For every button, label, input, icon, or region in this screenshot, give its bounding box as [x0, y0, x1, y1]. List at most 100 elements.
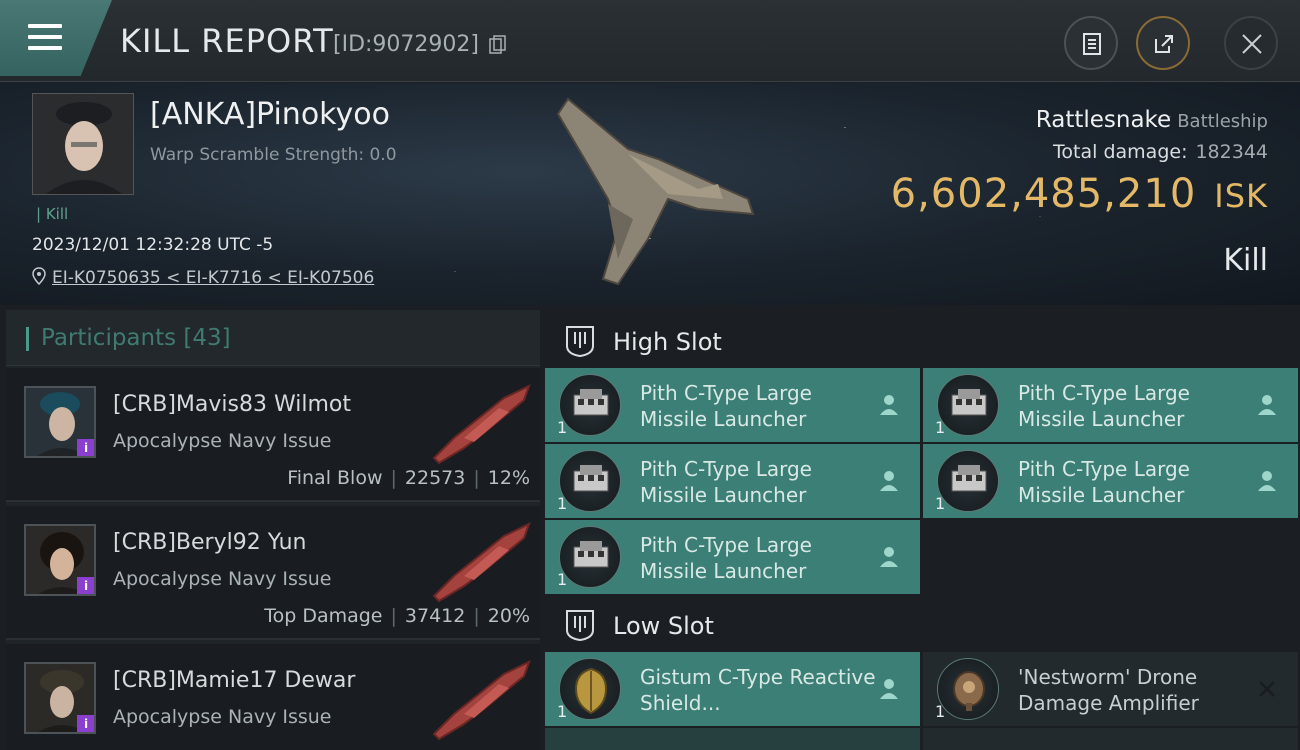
missile-launcher-icon — [937, 374, 999, 436]
low-slot-label: Low Slot — [613, 612, 714, 640]
module-item[interactable]: 1 Pith C-Type Large Missile Launcher — [545, 368, 920, 442]
missile-launcher-icon — [559, 526, 621, 588]
missile-launcher-icon — [559, 450, 621, 512]
module-name: Pith C-Type Large Missile Launcher — [640, 381, 812, 431]
export-icon — [1155, 35, 1173, 53]
high-slot-icon — [566, 326, 594, 358]
victim-name[interactable]: [ANKA]Pinokyoo — [150, 97, 390, 132]
kill-result: Kill — [1223, 243, 1268, 278]
participant-percent: 12% — [487, 467, 530, 489]
total-damage-label: Total damage: — [1053, 141, 1188, 163]
close-icon — [1242, 34, 1262, 54]
module-quantity: 1 — [935, 418, 946, 437]
participant-ship: Apocalypse Navy Issue — [113, 568, 332, 590]
total-damage: Total damage: 182344 — [1053, 141, 1268, 163]
pilot-icon — [1258, 471, 1276, 491]
participant-row[interactable]: i [CRB]Mavis83 Wilmot Apocalypse Navy Is… — [6, 368, 540, 502]
missile-launcher-icon — [559, 374, 621, 436]
module-quantity: 1 — [557, 702, 568, 721]
pilot-icon — [1258, 395, 1276, 415]
participants-title: Participants [43] — [41, 325, 231, 351]
total-damage-value: 182344 — [1195, 141, 1268, 163]
module-quantity: 1 — [557, 570, 568, 589]
participant-info-badge[interactable]: i — [77, 577, 94, 594]
module-item[interactable]: 1 Pith C-Type Large Missile Launcher — [923, 368, 1298, 442]
ship-name: Rattlesnake — [1035, 107, 1172, 133]
participant-row[interactable]: i [CRB]Beryl92 Yun Apocalypse Navy Issue… — [6, 506, 540, 640]
ship-class: Battleship — [1177, 111, 1268, 132]
clipboard-button[interactable] — [1064, 16, 1118, 70]
fitting-panel: High Slot 1 Pith C-Type Large Missile La… — [545, 310, 1300, 750]
report-id: [ID:9072902] — [333, 32, 479, 57]
low-slot-icon — [566, 610, 594, 642]
missile-launcher-icon — [937, 450, 999, 512]
module-name: Pith C-Type Large Missile Launcher — [1018, 457, 1190, 507]
module-quantity: 1 — [935, 702, 946, 721]
module-item[interactable]: 1 'Nestworm' Drone Damage Amplifier — [923, 652, 1298, 726]
low-slot-header: Low Slot — [545, 596, 1300, 654]
participant-row[interactable]: i [CRB]Mamie17 Dewar Apocalypse Navy Iss… — [6, 644, 540, 750]
pilot-icon — [880, 547, 898, 567]
participant-tag: Final Blow — [287, 467, 383, 489]
victim-ship[interactable]: Rattlesnake Battleship — [1036, 107, 1268, 133]
module-name: Pith C-Type Large Missile Launcher — [640, 457, 812, 507]
copy-icon[interactable] — [489, 35, 507, 55]
location-link[interactable]: EI-K0750635 < EI-K7716 < EI-K07506 — [52, 268, 374, 288]
participant-stats: Final Blow | 22573 | 12% — [287, 467, 530, 489]
module-name: Gistum C-Type Reactive Shield... — [640, 665, 876, 715]
participant-info-badge[interactable]: i — [77, 439, 94, 456]
export-button[interactable] — [1136, 16, 1190, 70]
participant-ship-icon — [432, 522, 531, 603]
shield-module-icon — [559, 658, 621, 720]
high-slot-label: High Slot — [613, 328, 722, 356]
pilot-icon — [880, 679, 898, 699]
participant-ship: Apocalypse Navy Issue — [113, 706, 332, 728]
participant-ship: Apocalypse Navy Issue — [113, 430, 332, 452]
warp-scramble-strength: Warp Scramble Strength: 0.0 — [150, 145, 397, 165]
clipboard-icon — [1083, 33, 1101, 55]
module-item[interactable]: 1 Pith C-Type Large Missile Launcher — [923, 444, 1298, 518]
module-quantity: 1 — [935, 494, 946, 513]
participant-name[interactable]: [CRB]Mavis83 Wilmot — [113, 392, 351, 417]
location-pin-icon — [32, 267, 46, 286]
participant-stats: Top Damage | 37412 | 20% — [264, 605, 530, 627]
module-name: Pith C-Type Large Missile Launcher — [1018, 381, 1190, 431]
victim-avatar — [33, 94, 133, 194]
top-bar: KILL REPORT [ID:9072902] — [0, 0, 1300, 82]
isk-amount: 6,602,485,210 — [890, 171, 1197, 217]
module-quantity: 1 — [557, 494, 568, 513]
victim-portrait[interactable] — [32, 93, 134, 195]
victim-panel: [ANKA]Pinokyoo Warp Scramble Strength: 0… — [0, 83, 1300, 305]
victim-ship-render — [556, 97, 755, 286]
module-item[interactable]: 1 Gistum C-Type Reactive Shield... — [545, 652, 920, 726]
participant-damage: 22573 — [404, 467, 466, 489]
participant-ship-icon — [432, 660, 531, 741]
participants-label: Participants — [41, 325, 177, 351]
close-button[interactable] — [1224, 16, 1278, 70]
pilot-icon — [880, 471, 898, 491]
participant-portrait[interactable]: i — [24, 524, 96, 596]
module-item[interactable] — [545, 728, 920, 750]
participant-portrait[interactable]: i — [24, 386, 96, 458]
isk-unit: ISK — [1214, 177, 1268, 215]
module-name: 'Nestworm' Drone Damage Amplifier — [1018, 665, 1199, 715]
module-quantity: 1 — [557, 418, 568, 437]
participant-info-badge[interactable]: i — [77, 715, 94, 732]
module-item[interactable] — [923, 728, 1298, 750]
cross-icon — [1259, 681, 1275, 697]
participants-header: Participants [43] — [6, 310, 540, 366]
module-item[interactable]: 1 Pith C-Type Large Missile Launcher — [545, 520, 920, 594]
participants-panel: Participants [43] i [CRB]Mavis83 Wilmot … — [6, 310, 540, 750]
participant-ship-icon — [432, 384, 531, 465]
pilot-icon — [880, 395, 898, 415]
page-title: KILL REPORT — [120, 22, 334, 60]
module-item[interactable]: 1 Pith C-Type Large Missile Launcher — [545, 444, 920, 518]
menu-button[interactable] — [0, 0, 112, 76]
participant-portrait[interactable]: i — [24, 662, 96, 734]
participant-percent: 20% — [487, 605, 530, 627]
participant-name[interactable]: [CRB]Mamie17 Dewar — [113, 668, 355, 693]
menu-icon — [28, 24, 62, 57]
participant-name[interactable]: [CRB]Beryl92 Yun — [113, 530, 307, 555]
header-accent-bar — [26, 327, 29, 351]
location[interactable]: EI-K0750635 < EI-K7716 < EI-K07506 — [32, 267, 374, 288]
